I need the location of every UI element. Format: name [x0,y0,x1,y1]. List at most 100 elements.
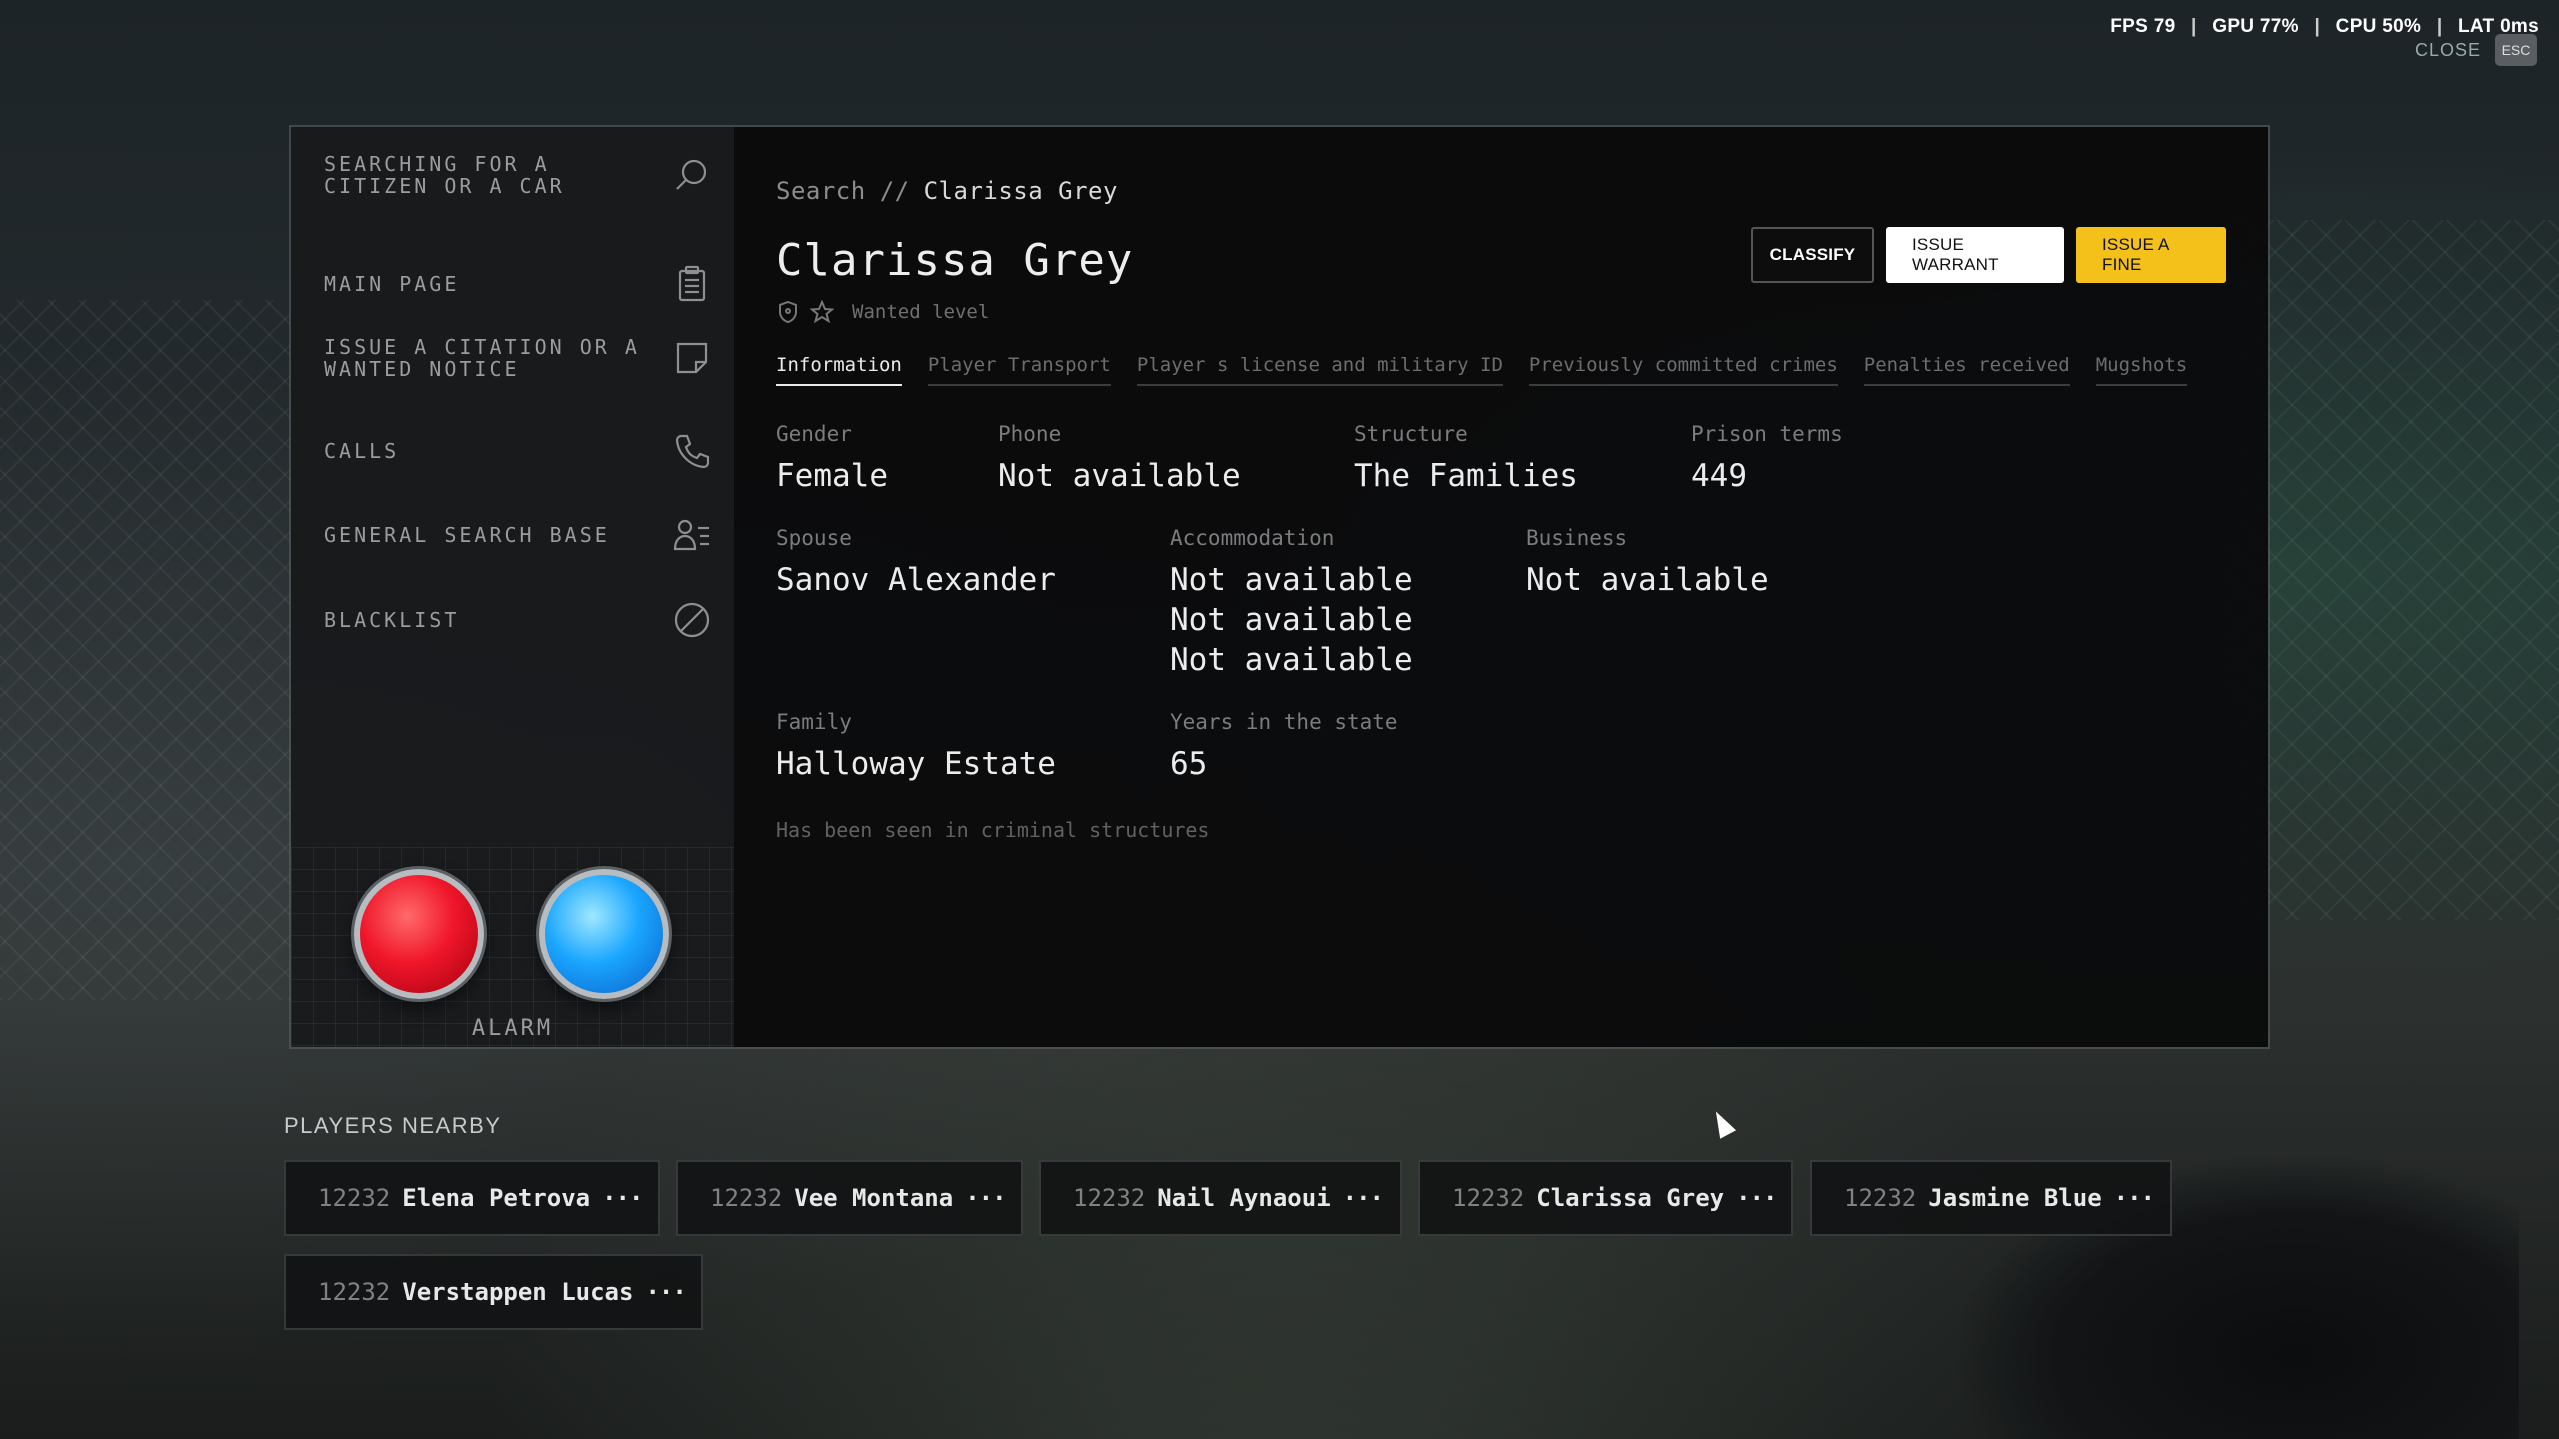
structure-field: Structure The Families [1354,422,1691,496]
tab-player-transport[interactable]: Player Transport [927,354,1111,386]
sidebar-item-label: BLACKLIST [324,608,460,632]
sidebar-item-citation[interactable]: ISSUE A CITATION OR A WANTED NOTICE [324,336,714,380]
years-in-state-field: Years in the state 65 [1170,710,1398,784]
tab-information[interactable]: Information [776,354,902,386]
profile-header: Clarissa Grey Wanted level CLASSIFY ISSU… [776,227,2226,324]
action-buttons: CLASSIFY ISSUE WARRANT ISSUE A FINE [1751,227,2226,283]
prison-terms-field: Prison terms 449 [1691,422,1843,496]
page-title: Clarissa Grey [776,235,1134,286]
alarm-panel: ALARM [291,847,734,1047]
close-control[interactable]: CLOSE ESC [2415,34,2537,66]
info-row-1: Gender Female Phone Not available Struct… [776,422,2226,496]
sidebar-item-label: SEARCHING FOR A CITIZEN OR A CAR [324,152,565,198]
accommodation-field: Accommodation Not available Not availabl… [1170,526,1526,680]
star-icon[interactable] [810,300,834,324]
blue-alarm-button[interactable] [539,869,669,999]
shield-icon [779,300,797,324]
more-options-icon[interactable]: ··· [1343,1184,1384,1212]
player-name: Jasmine Blue [1928,1184,2102,1212]
spouse-label: Spouse [776,526,852,550]
sidebar-item-label: CALLS [324,439,400,463]
close-label[interactable]: CLOSE [2415,40,2481,61]
classify-button[interactable]: CLASSIFY [1751,227,1874,283]
family-field: Family Halloway Estate [776,710,1170,784]
alarm-label: ALARM [471,1016,554,1041]
years-in-state-value: 65 [1170,746,1208,782]
breadcrumb-root[interactable]: Search [776,177,866,205]
fps-label: FPS [2110,16,2149,37]
fps-value: 79 [2153,16,2176,37]
business-label: Business [1526,526,1628,550]
phone-icon [670,429,714,473]
search-icon [670,153,714,197]
info-row-2: Spouse Sanov Alexander Accommodation Not… [776,526,2226,680]
player-name: Vee Montana [794,1184,954,1212]
player-id: 12232 [1844,1184,1917,1212]
business-field: Business Not available [1526,526,1769,680]
gender-field: Gender Female [776,422,998,496]
player-name: Verstappen Lucas [402,1278,634,1306]
player-chip[interactable]: 12232 Verstappen Lucas ··· [284,1254,703,1330]
players-nearby-title: PLAYERS NEARBY [284,1113,502,1138]
esc-key[interactable]: ESC [2495,34,2537,66]
gender-value: Female [776,458,888,494]
more-options-icon[interactable]: ··· [1736,1184,1777,1212]
sidebar-item-label: ISSUE A CITATION OR A WANTED NOTICE [324,335,640,381]
more-options-icon[interactable]: ··· [2114,1184,2155,1212]
prison-terms-value: 449 [1691,458,1747,494]
structure-label: Structure [1354,422,1468,446]
phone-value: Not available [998,458,1241,494]
citizen-profile: Search // Clarissa Grey Clarissa Grey Want… [734,127,2268,1047]
police-terminal-window: SEARCHING FOR A CITIZEN OR A CAR MAIN PA… [289,125,2270,1049]
player-chip[interactable]: 12232 Jasmine Blue ··· [1810,1160,2172,1236]
sidebar-item-main-page[interactable]: MAIN PAGE [324,262,714,306]
issue-warrant-button[interactable]: ISSUE WARRANT [1886,227,2064,283]
sidebar-item-label: GENERAL SEARCH BASE [324,523,610,547]
blocked-icon [670,598,714,642]
accommodation-label: Accommodation [1170,526,1335,550]
player-name: Nail Aynaoui [1157,1184,1331,1212]
criminal-structures-note: Has been seen in criminal structures [776,818,1210,842]
note-icon [670,336,714,380]
breadcrumb: Search // Clarissa Grey [776,177,2226,205]
player-id: 12232 [318,1184,391,1212]
more-options-icon[interactable]: ··· [645,1278,686,1306]
sidebar: SEARCHING FOR A CITIZEN OR A CAR MAIN PA… [291,127,734,1047]
phone-label: Phone [998,422,1062,446]
structure-value: The Families [1354,458,1578,494]
red-alarm-button[interactable] [354,869,484,999]
spouse-value: Sanov Alexander [776,562,1056,598]
sidebar-item-general-search[interactable]: GENERAL SEARCH BASE [324,513,714,557]
sidebar-item-blacklist[interactable]: BLACKLIST [324,598,714,642]
sidebar-item-calls[interactable]: CALLS [324,429,714,473]
issue-fine-button[interactable]: ISSUE A FINE [2076,227,2226,283]
breadcrumb-current: Clarissa Grey [923,177,1118,205]
wanted-level: Wanted level [776,300,1133,324]
more-options-icon[interactable]: ··· [965,1184,1006,1212]
player-chip[interactable]: 12232 Nail Aynaoui ··· [1039,1160,1402,1236]
background-fence-right [2229,220,2559,920]
phone-field: Phone Not available [998,422,1354,496]
clipboard-icon [670,262,714,306]
sidebar-item-search[interactable]: SEARCHING FOR A CITIZEN OR A CAR [324,153,714,197]
business-value: Not available [1526,562,1769,598]
tab-penalties[interactable]: Penalties received [1863,354,2070,386]
player-name: Elena Petrova [402,1184,591,1212]
player-chip[interactable]: 12232 Vee Montana ··· [676,1160,1023,1236]
family-label: Family [776,710,852,734]
player-chip[interactable]: 12232 Clarissa Grey ··· [1418,1160,1793,1236]
cpu-label: CPU [2335,16,2377,37]
player-chip[interactable]: 12232 Elena Petrova ··· [284,1160,660,1236]
sidebar-item-label: MAIN PAGE [324,272,460,296]
tab-mugshots[interactable]: Mugshots [2095,354,2188,386]
accommodation-value: Not available [1170,642,1413,678]
family-value: Halloway Estate [776,746,1056,782]
spouse-field: Spouse Sanov Alexander [776,526,1170,680]
tab-license-military-id[interactable]: Player s license and military ID [1136,354,1503,386]
wanted-level-label: Wanted level [852,301,990,323]
tab-previous-crimes[interactable]: Previously committed crimes [1528,354,1838,386]
more-options-icon[interactable]: ··· [602,1184,643,1212]
accommodation-value: Not available [1170,562,1413,598]
player-name: Clarissa Grey [1536,1184,1725,1212]
player-id: 12232 [1073,1184,1146,1212]
